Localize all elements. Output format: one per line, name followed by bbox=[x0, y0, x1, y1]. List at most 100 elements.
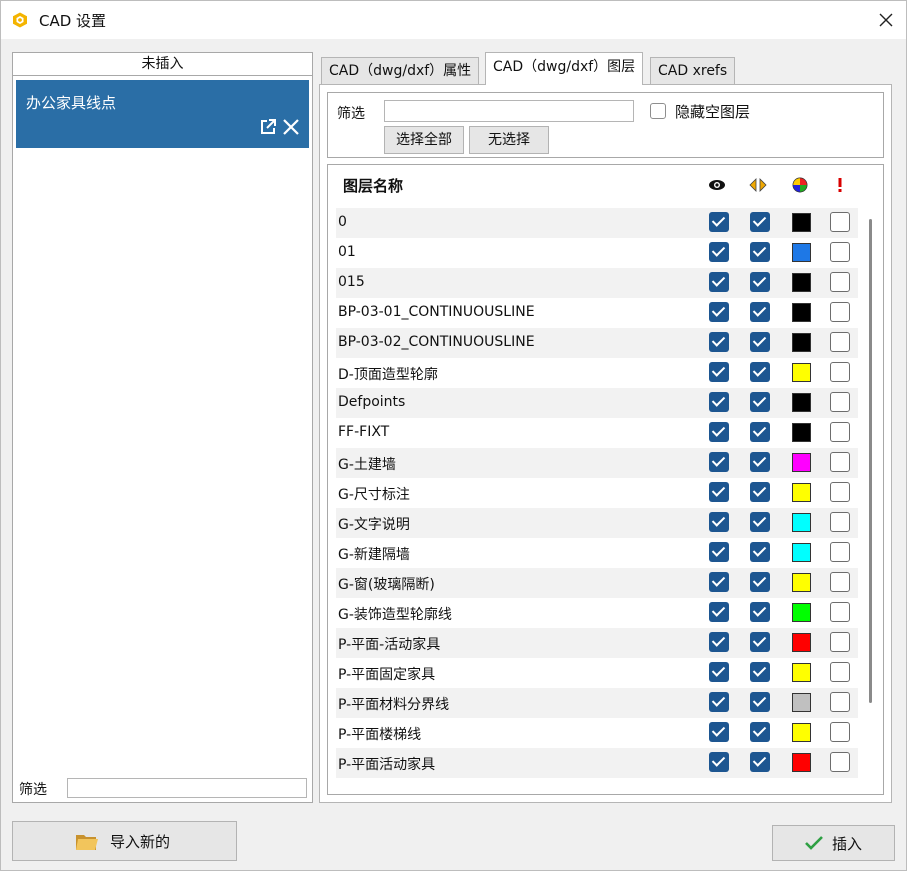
left-filter-input[interactable] bbox=[67, 778, 307, 798]
layer-color-swatch[interactable] bbox=[792, 573, 811, 592]
table-row[interactable]: 015 bbox=[336, 268, 858, 298]
table-row[interactable]: 01 bbox=[336, 238, 858, 268]
flag-checkbox[interactable] bbox=[830, 512, 850, 532]
lock-checkbox[interactable] bbox=[750, 242, 770, 262]
lock-checkbox[interactable] bbox=[750, 602, 770, 622]
lock-checkbox[interactable] bbox=[750, 362, 770, 382]
flag-checkbox[interactable] bbox=[830, 662, 850, 682]
layer-color-swatch[interactable] bbox=[792, 753, 811, 772]
flag-checkbox[interactable] bbox=[830, 452, 850, 472]
filter-input[interactable] bbox=[384, 100, 634, 122]
flag-checkbox[interactable] bbox=[830, 302, 850, 322]
layer-color-swatch[interactable] bbox=[792, 303, 811, 322]
lock-checkbox[interactable] bbox=[750, 422, 770, 442]
table-row[interactable]: G-装饰造型轮廓线 bbox=[336, 598, 858, 628]
flag-checkbox[interactable] bbox=[830, 572, 850, 592]
visible-checkbox[interactable] bbox=[709, 722, 729, 742]
insert-button[interactable]: 插入 bbox=[772, 825, 895, 861]
lock-checkbox[interactable] bbox=[750, 392, 770, 412]
lock-checkbox[interactable] bbox=[750, 692, 770, 712]
table-row[interactable]: G-文字说明 bbox=[336, 508, 858, 538]
table-row[interactable]: P-平面楼梯线 bbox=[336, 718, 858, 748]
layer-color-swatch[interactable] bbox=[792, 513, 811, 532]
table-row[interactable]: BP-03-01_CONTINUOUSLINE bbox=[336, 298, 858, 328]
layer-color-swatch[interactable] bbox=[792, 453, 811, 472]
lock-checkbox[interactable] bbox=[750, 332, 770, 352]
visible-checkbox[interactable] bbox=[709, 752, 729, 772]
layer-color-swatch[interactable] bbox=[792, 423, 811, 442]
table-row[interactable]: BP-03-02_CONTINUOUSLINE bbox=[336, 328, 858, 358]
visible-checkbox[interactable] bbox=[709, 302, 729, 322]
lock-checkbox[interactable] bbox=[750, 722, 770, 742]
flag-checkbox[interactable] bbox=[830, 692, 850, 712]
lock-checkbox[interactable] bbox=[750, 302, 770, 322]
layer-color-swatch[interactable] bbox=[792, 243, 811, 262]
visible-checkbox[interactable] bbox=[709, 542, 729, 562]
close-button[interactable] bbox=[867, 1, 905, 39]
visible-checkbox[interactable] bbox=[709, 332, 729, 352]
flag-checkbox[interactable] bbox=[830, 272, 850, 292]
layer-color-swatch[interactable] bbox=[792, 693, 811, 712]
visible-checkbox[interactable] bbox=[709, 392, 729, 412]
lock-checkbox[interactable] bbox=[750, 752, 770, 772]
tab-cad-properties[interactable]: CAD（dwg/dxf）属性 bbox=[321, 57, 480, 85]
layer-color-swatch[interactable] bbox=[792, 663, 811, 682]
layer-color-swatch[interactable] bbox=[792, 483, 811, 502]
lock-checkbox[interactable] bbox=[750, 572, 770, 592]
layer-color-swatch[interactable] bbox=[792, 393, 811, 412]
flag-checkbox[interactable] bbox=[830, 332, 850, 352]
flag-checkbox[interactable] bbox=[830, 242, 850, 262]
close-icon[interactable] bbox=[282, 118, 300, 136]
layer-color-swatch[interactable] bbox=[792, 363, 811, 382]
layer-color-swatch[interactable] bbox=[792, 273, 811, 292]
table-row[interactable]: D-顶面造型轮廓 bbox=[336, 358, 858, 388]
visible-checkbox[interactable] bbox=[709, 662, 729, 682]
flag-checkbox[interactable] bbox=[830, 362, 850, 382]
import-new-button[interactable]: 导入新的 bbox=[12, 821, 237, 861]
table-row[interactable]: G-新建隔墙 bbox=[336, 538, 858, 568]
table-row[interactable]: P-平面材料分界线 bbox=[336, 688, 858, 718]
visible-checkbox[interactable] bbox=[709, 632, 729, 652]
select-none-button[interactable]: 无选择 bbox=[469, 126, 549, 154]
tab-cad-xrefs[interactable]: CAD xrefs bbox=[650, 57, 736, 85]
flag-checkbox[interactable] bbox=[830, 392, 850, 412]
visible-checkbox[interactable] bbox=[709, 212, 729, 232]
visible-checkbox[interactable] bbox=[709, 572, 729, 592]
flag-checkbox[interactable] bbox=[830, 482, 850, 502]
select-all-button[interactable]: 选择全部 bbox=[384, 126, 464, 154]
visible-checkbox[interactable] bbox=[709, 692, 729, 712]
visible-checkbox[interactable] bbox=[709, 242, 729, 262]
table-row[interactable]: G-尺寸标注 bbox=[336, 478, 858, 508]
tab-cad-layers[interactable]: CAD（dwg/dxf）图层 bbox=[485, 52, 644, 85]
visible-checkbox[interactable] bbox=[709, 512, 729, 532]
lock-checkbox[interactable] bbox=[750, 212, 770, 232]
open-external-icon[interactable] bbox=[259, 118, 277, 136]
layer-color-swatch[interactable] bbox=[792, 603, 811, 622]
table-row[interactable]: Defpoints bbox=[336, 388, 858, 418]
visible-checkbox[interactable] bbox=[709, 362, 729, 382]
visible-checkbox[interactable] bbox=[709, 602, 729, 622]
visible-checkbox[interactable] bbox=[709, 272, 729, 292]
table-row[interactable]: FF-FIXT bbox=[336, 418, 858, 448]
hide-empty-layers-checkbox[interactable] bbox=[650, 103, 666, 119]
lock-checkbox[interactable] bbox=[750, 272, 770, 292]
table-row[interactable]: 0 bbox=[336, 208, 858, 238]
lock-checkbox[interactable] bbox=[750, 662, 770, 682]
lock-checkbox[interactable] bbox=[750, 482, 770, 502]
lock-checkbox[interactable] bbox=[750, 452, 770, 472]
flag-checkbox[interactable] bbox=[830, 602, 850, 622]
list-item[interactable]: 办公家具线点 bbox=[16, 80, 309, 148]
visible-checkbox[interactable] bbox=[709, 482, 729, 502]
flag-checkbox[interactable] bbox=[830, 212, 850, 232]
table-row[interactable]: P-平面活动家具 bbox=[336, 748, 858, 778]
table-row[interactable]: P-平面固定家具 bbox=[336, 658, 858, 688]
vertical-scrollbar[interactable] bbox=[869, 219, 872, 703]
flag-checkbox[interactable] bbox=[830, 752, 850, 772]
visible-checkbox[interactable] bbox=[709, 422, 729, 442]
layer-color-swatch[interactable] bbox=[792, 213, 811, 232]
table-row[interactable]: G-土建墙 bbox=[336, 448, 858, 478]
layer-color-swatch[interactable] bbox=[792, 543, 811, 562]
flag-checkbox[interactable] bbox=[830, 632, 850, 652]
flag-checkbox[interactable] bbox=[830, 542, 850, 562]
flag-checkbox[interactable] bbox=[830, 422, 850, 442]
